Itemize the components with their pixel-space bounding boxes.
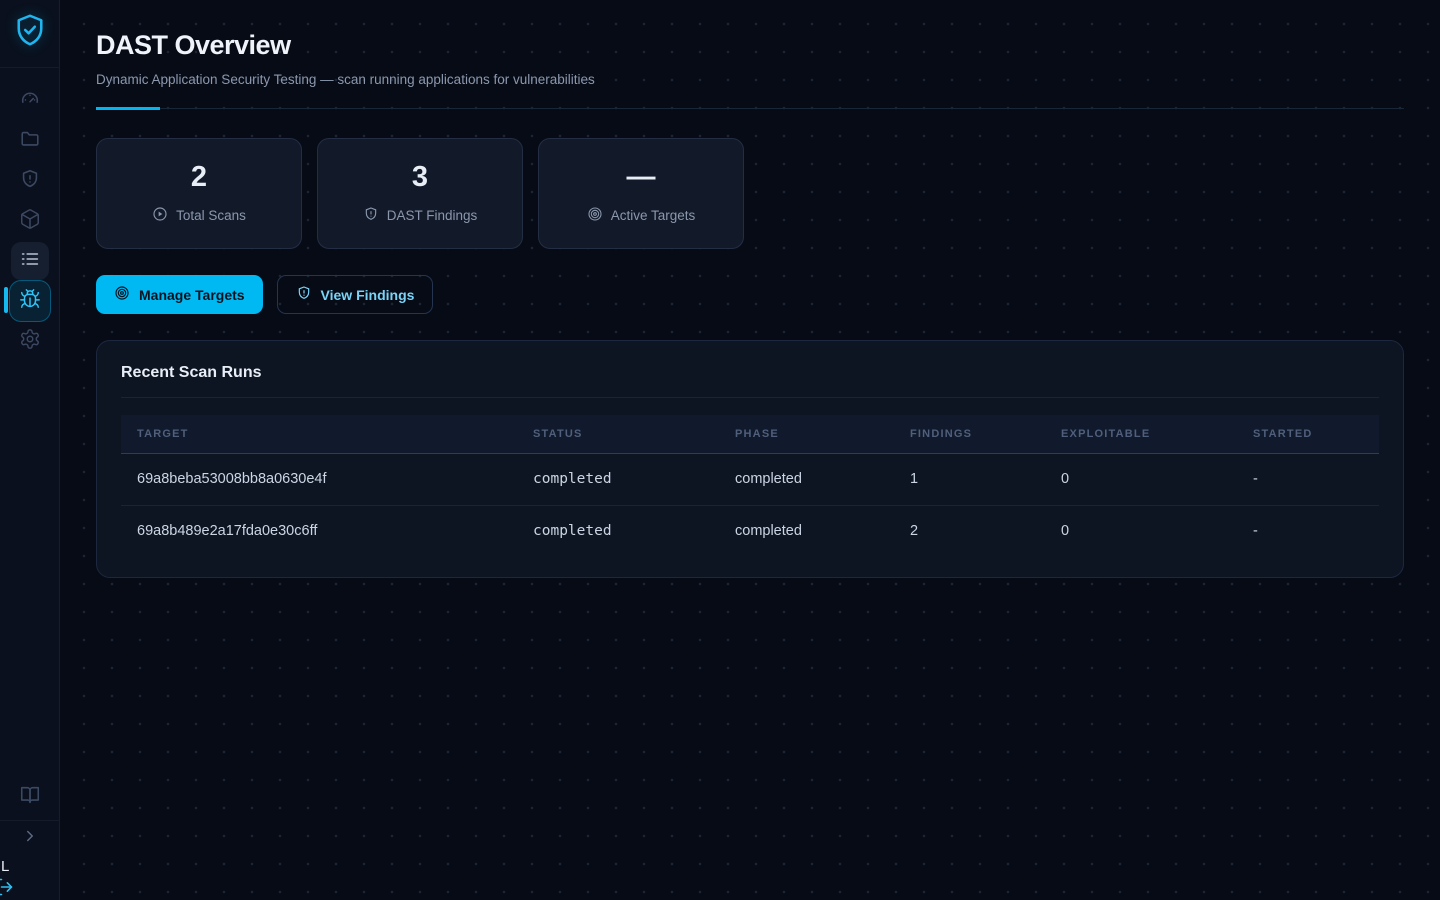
- target-icon: [114, 285, 130, 304]
- cell-status: completed: [517, 453, 719, 505]
- sidebar-item-settings[interactable]: [11, 322, 49, 360]
- stat-card-active-targets: — Active Targets: [538, 138, 744, 249]
- bug-icon: [19, 288, 41, 315]
- gear-icon: [19, 328, 41, 355]
- cell-status: completed: [517, 505, 719, 557]
- total-scans-label: Total Scans: [176, 208, 246, 223]
- sidebar-divider: [0, 67, 60, 68]
- view-findings-button[interactable]: View Findings: [277, 275, 434, 314]
- sidebar-item-dashboard[interactable]: [11, 82, 49, 120]
- recent-scan-runs-panel: Recent Scan Runs Target Status Phase Fin…: [96, 340, 1404, 578]
- cell-started: -: [1237, 505, 1379, 557]
- panel-divider: [121, 397, 1379, 398]
- table-row[interactable]: 69a8beba53008bb8a0630e4f completed compl…: [121, 453, 1379, 505]
- accent-underline: [96, 107, 160, 110]
- scan-runs-table: Target Status Phase Findings Exploitable…: [121, 415, 1379, 557]
- target-icon: [587, 206, 603, 225]
- user-initial: L: [1, 858, 9, 875]
- stat-card-dast-findings: 3 DAST Findings: [317, 138, 523, 249]
- cell-phase: completed: [719, 453, 894, 505]
- cell-target: 69a8b489e2a17fda0e30c6ff: [121, 505, 517, 557]
- logout-button[interactable]: [0, 877, 16, 899]
- sidebar-item-scans[interactable]: [11, 242, 49, 280]
- dast-findings-label: DAST Findings: [387, 208, 478, 223]
- cell-exploitable: 0: [1045, 453, 1237, 505]
- sidebar-item-vulnerabilities[interactable]: [11, 162, 49, 200]
- active-targets-value: —: [627, 163, 656, 192]
- page-title: DAST Overview: [96, 30, 1404, 61]
- shield-alert-icon: [19, 168, 41, 195]
- shield-check-icon: [12, 12, 48, 53]
- manage-targets-label: Manage Targets: [139, 287, 245, 303]
- book-icon: [19, 784, 41, 811]
- cell-started: -: [1237, 453, 1379, 505]
- manage-targets-button[interactable]: Manage Targets: [96, 275, 263, 314]
- package-icon: [19, 208, 41, 235]
- column-header-target: Target: [121, 415, 517, 453]
- sidebar-item-docs[interactable]: [11, 778, 49, 816]
- logout-icon: [0, 884, 14, 900]
- gauge-icon: [19, 88, 41, 115]
- app-logo[interactable]: [0, 12, 60, 53]
- sidebar-divider: [0, 820, 60, 821]
- shield-alert-icon: [363, 206, 379, 225]
- cell-target: 69a8beba53008bb8a0630e4f: [121, 453, 517, 505]
- cell-exploitable: 0: [1045, 505, 1237, 557]
- table-header-row: Target Status Phase Findings Exploitable…: [121, 415, 1379, 453]
- collapse-sidebar-button[interactable]: [18, 826, 42, 850]
- page-subtitle: Dynamic Application Security Testing — s…: [96, 72, 1404, 87]
- panel-title: Recent Scan Runs: [121, 364, 1379, 382]
- play-circle-icon: [152, 206, 168, 225]
- list-icon: [19, 248, 41, 275]
- chevron-right-icon: [21, 827, 39, 850]
- main-content: DAST Overview Dynamic Application Securi…: [60, 0, 1440, 900]
- title-divider: [96, 107, 1404, 110]
- active-targets-label: Active Targets: [611, 208, 696, 223]
- column-header-phase: Phase: [719, 415, 894, 453]
- column-header-findings: Findings: [894, 415, 1045, 453]
- sidebar: L: [0, 0, 60, 900]
- active-nav-indicator: [4, 287, 8, 313]
- sidebar-item-projects[interactable]: [11, 122, 49, 160]
- stat-card-total-scans: 2 Total Scans: [96, 138, 302, 249]
- cell-findings: 2: [894, 505, 1045, 557]
- cell-phase: completed: [719, 505, 894, 557]
- shield-alert-icon: [296, 285, 312, 304]
- column-header-started: Started: [1237, 415, 1379, 453]
- cell-findings: 1: [894, 453, 1045, 505]
- column-header-status: Status: [517, 415, 719, 453]
- view-findings-label: View Findings: [321, 287, 415, 303]
- folder-icon: [19, 128, 41, 155]
- sidebar-item-packages[interactable]: [11, 202, 49, 240]
- stats-row: 2 Total Scans 3: [96, 138, 1404, 249]
- total-scans-value: 2: [191, 163, 207, 192]
- sidebar-item-dast[interactable]: [9, 280, 51, 322]
- actions-row: Manage Targets View Findings: [96, 275, 1404, 314]
- column-header-exploitable: Exploitable: [1045, 415, 1237, 453]
- dast-findings-value: 3: [412, 163, 428, 192]
- table-row[interactable]: 69a8b489e2a17fda0e30c6ff completed compl…: [121, 505, 1379, 557]
